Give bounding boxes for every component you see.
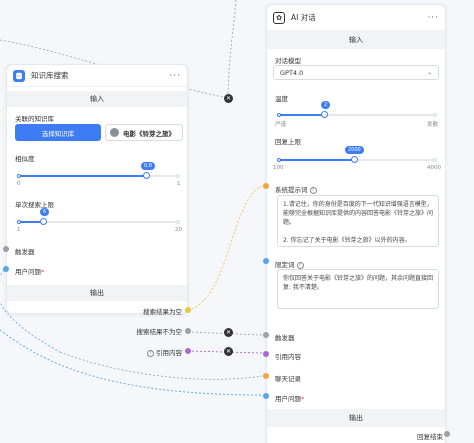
similarity-value: 0.8 [141, 162, 155, 170]
max-results-end-dot [176, 220, 180, 224]
max-tokens-start-dot [277, 158, 281, 162]
output-empty-label: 搜索结果为空 [143, 308, 182, 316]
ai-input-bar: 输入 [267, 31, 445, 49]
system-prompt-textarea[interactable]: 1.请记住，你的身份是百度的下一代知识增强语言模型，能够完全根据知识库提供的内容… [277, 195, 439, 247]
max-tokens-max: 4000 [427, 165, 441, 171]
system-prompt-help-icon[interactable]: ? [309, 186, 317, 194]
output-quote-label: ? 引用内容 [120, 347, 182, 357]
limit-word-textarea[interactable]: 你仅回答关于电影《铃芽之旅》的问题，其余问题直接回复: 我不清楚。 [277, 269, 439, 309]
delete-wire-quote-icon[interactable]: ✕ [224, 347, 233, 356]
kb-user-question-port[interactable] [3, 266, 9, 272]
temperature-fill [279, 114, 325, 116]
ai-limit-word-port[interactable] [263, 258, 269, 264]
limit-word-label: 限定词? [275, 259, 304, 269]
temperature-end-dot [433, 113, 437, 117]
similarity-fill [19, 175, 147, 177]
limit-word-help-icon[interactable]: ? [296, 261, 304, 269]
kb-output-bar: 输出 [7, 285, 187, 301]
max-results-min: 1 [17, 227, 21, 233]
max-tokens-label: 回复上限 [275, 138, 301, 146]
ai-trigger-port[interactable] [263, 332, 269, 338]
max-results-label: 单次搜索上限 [15, 201, 54, 209]
related-kb-label: 关联的知识库 [15, 115, 54, 123]
openai-icon: ✿ [273, 11, 285, 24]
kb-input-bar: 输入 [7, 91, 187, 107]
max-results-max: 20 [175, 227, 182, 233]
kb-user-question-label: 用户问题* [15, 268, 45, 276]
temperature-max-label: 发散 [427, 122, 439, 128]
similarity-start-dot [17, 174, 21, 178]
temperature-value: 2 [321, 101, 331, 109]
database-icon [13, 69, 25, 82]
kb-avatar-icon [110, 128, 119, 137]
max-tokens-value: 2000 [345, 146, 364, 154]
max-tokens-thumb[interactable] [351, 156, 358, 163]
ai-output-bar: 输出 [267, 409, 445, 427]
temperature-label: 温度 [275, 95, 288, 103]
max-tokens-min: 100 [273, 165, 284, 171]
select-kb-button[interactable]: 选择知识库 [15, 124, 101, 141]
ai-user-question-label: 用户问题* [275, 395, 305, 403]
delete-wire-top-icon[interactable]: ✕ [224, 94, 233, 103]
similarity-end-dot [176, 174, 180, 178]
max-tokens-fill [279, 159, 355, 161]
ai-history-label: 聊天记录 [275, 375, 301, 383]
max-tokens-end-dot [433, 158, 437, 162]
wire-top [227, 0, 237, 101]
help-icon: ? [147, 349, 154, 357]
kb-search-node[interactable]: 知识库搜索 ··· 输入 关联的知识库 选择知识库 电影《铃芽之旅》 相似度 0… [6, 64, 188, 314]
model-select[interactable]: GPT4.0 ⌄ [273, 65, 439, 80]
model-label: 对话模型 [275, 57, 301, 65]
similarity-thumb[interactable] [143, 172, 150, 179]
wire-empty-to-trigger [187, 185, 263, 311]
model-value: GPT4.0 [280, 68, 304, 77]
ai-trigger-label: 触发器 [275, 334, 295, 342]
output-not-empty-port[interactable] [185, 328, 191, 334]
ai-more-icon[interactable]: ··· [427, 13, 439, 23]
reply-end-label: 回复结束 [417, 433, 443, 441]
ai-history-port[interactable] [263, 373, 269, 379]
system-prompt-label: 系统提示词? [275, 184, 317, 194]
more-icon[interactable]: ··· [169, 71, 181, 81]
similarity-max: 1 [177, 181, 181, 187]
ai-user-question-port[interactable] [263, 393, 269, 399]
ai-system-prompt-port[interactable] [263, 183, 269, 189]
ai-quote-port[interactable] [263, 351, 269, 357]
ai-quote-label: 引用内容 [275, 353, 301, 361]
output-quote-port[interactable] [185, 348, 191, 354]
temperature-min-label: 严谨 [275, 122, 287, 128]
kb-node-header[interactable]: 知识库搜索 ··· [7, 65, 187, 87]
temperature-thumb[interactable] [321, 111, 328, 118]
selected-kb-tag[interactable]: 电影《铃芽之旅》 [105, 124, 183, 141]
kb-trigger-label: 触发器 [15, 248, 35, 256]
chevron-down-icon: ⌄ [426, 69, 432, 76]
kb-node-title: 知识库搜索 [31, 71, 69, 80]
max-results-thumb[interactable] [40, 218, 47, 225]
ai-node-title: AI 对话 [291, 13, 316, 22]
output-not-empty-label: 搜索结果不为空 [136, 328, 183, 336]
max-results-start-dot [17, 220, 21, 224]
similarity-min: 0 [17, 181, 21, 187]
ai-chat-node[interactable]: ✿ AI 对话 ··· 输入 对话模型 GPT4.0 ⌄ 温度 2 严谨 发散 … [266, 4, 446, 443]
output-empty-port[interactable] [185, 307, 191, 313]
delete-wire-not-empty-icon[interactable]: ✕ [224, 328, 233, 337]
kb-trigger-port[interactable] [3, 246, 9, 252]
ai-node-header[interactable]: ✿ AI 对话 ··· [267, 5, 445, 31]
max-results-value: 6 [40, 208, 50, 216]
similarity-label: 相似度 [15, 155, 35, 163]
selected-kb-name: 电影《铃芽之旅》 [123, 129, 175, 138]
reply-end-port[interactable] [444, 431, 450, 437]
temperature-start-dot [277, 113, 281, 117]
